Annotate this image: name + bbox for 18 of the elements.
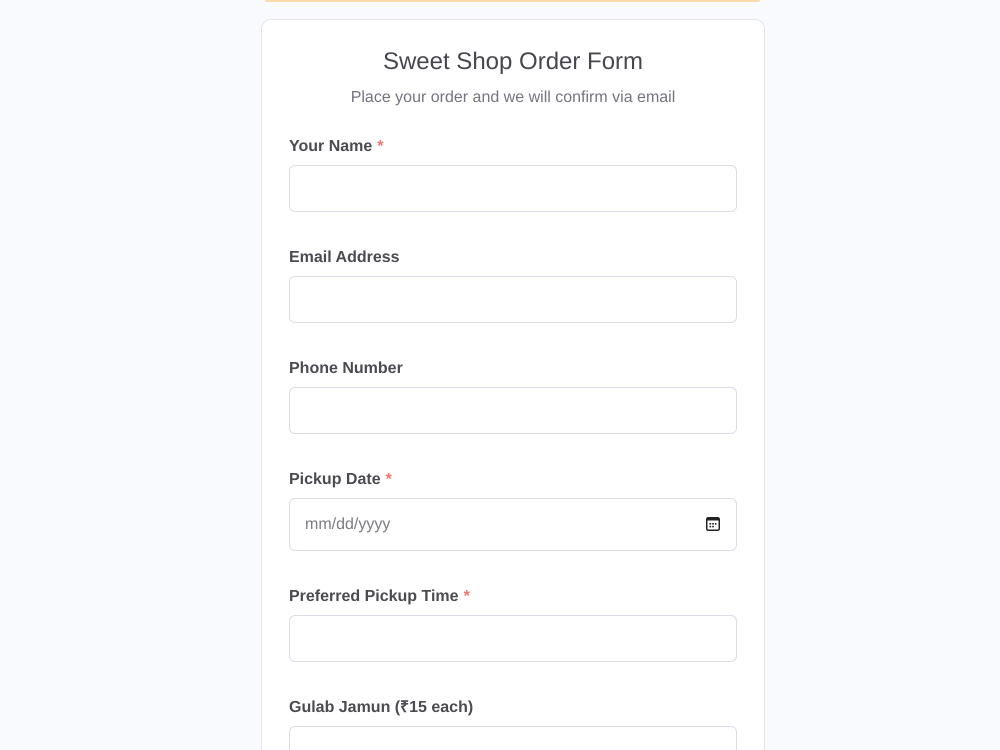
text-input-field[interactable]: [289, 726, 737, 750]
required-mark: *: [386, 470, 392, 490]
form-title: Sweet Shop Order Form: [382, 47, 644, 77]
calendar-icon[interactable]: [706, 517, 720, 531]
text-input-field[interactable]: [289, 276, 737, 323]
text-input-field[interactable]: [289, 615, 737, 662]
field-label: Gulab Jamun (₹15 each): [289, 698, 474, 718]
field-label: Pickup Date: [289, 470, 381, 490]
text-input-field[interactable]: [289, 387, 737, 434]
required-mark: *: [377, 137, 384, 157]
text-input-field[interactable]: [289, 165, 737, 212]
form-subtitle: Place your order and we will confirm via email: [350, 88, 676, 108]
date-input-field[interactable]: mm/dd/yyyy: [289, 498, 737, 551]
field-label: Email Address: [289, 248, 400, 268]
field-label: Phone Number: [289, 359, 403, 379]
field-label: Preferred Pickup Time: [289, 587, 459, 607]
required-mark: *: [464, 587, 470, 607]
field-label: Your Name: [289, 137, 372, 157]
